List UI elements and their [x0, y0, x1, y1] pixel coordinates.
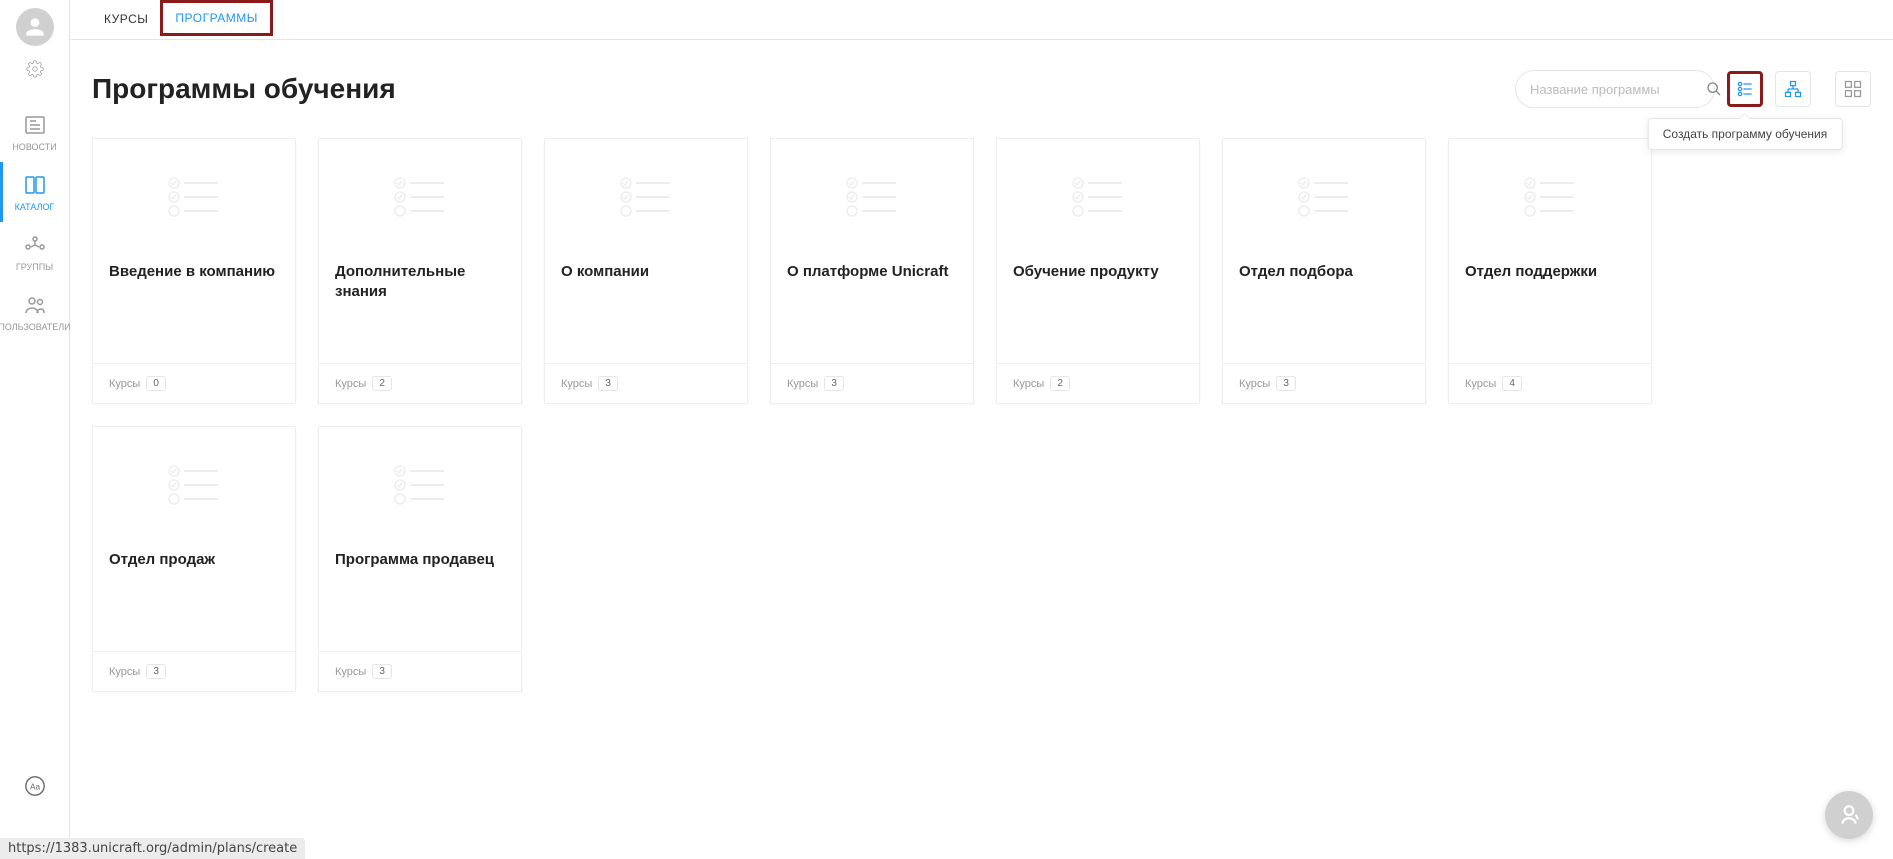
program-card[interactable]: Обучение продукту Курсы 2	[996, 138, 1200, 404]
users-icon	[22, 292, 48, 318]
tooltip-create-program: Создать программу обучения	[1648, 118, 1843, 150]
program-card[interactable]: О платформе Unicraft Курсы 3	[770, 138, 974, 404]
courses-label: Курсы	[109, 666, 140, 678]
courses-label: Курсы	[561, 378, 592, 390]
program-card[interactable]: Отдел подбора Курсы 3	[1222, 138, 1426, 404]
sidebar-item-groups[interactable]: ГРУППЫ	[0, 222, 70, 282]
card-title: Введение в компанию	[93, 254, 295, 363]
courses-label: Курсы	[109, 378, 140, 390]
card-title: Обучение продукту	[997, 254, 1199, 363]
card-thumb-icon	[319, 427, 521, 542]
svg-text:Aа: Aа	[29, 783, 40, 792]
program-card[interactable]: Введение в компанию Курсы 0	[92, 138, 296, 404]
card-footer: Курсы 2	[997, 363, 1199, 403]
card-title: О компании	[545, 254, 747, 363]
structure-button[interactable]	[1775, 71, 1811, 107]
card-thumb-icon	[545, 139, 747, 254]
language-icon[interactable]: Aа	[22, 773, 48, 799]
program-card[interactable]: Отдел продаж Курсы 3	[92, 426, 296, 692]
courses-count: 3	[146, 664, 166, 679]
courses-count: 0	[146, 376, 166, 391]
courses-count: 2	[1050, 376, 1070, 391]
card-title: Отдел продаж	[93, 542, 295, 651]
card-title: О платформе Unicraft	[771, 254, 973, 363]
main: Программы обучения Создать программу обу…	[70, 40, 1893, 859]
card-footer: Курсы 3	[1223, 363, 1425, 403]
create-program-button[interactable]: Создать программу обучения	[1727, 71, 1763, 107]
card-title: Отдел подбора	[1223, 254, 1425, 363]
card-thumb-icon	[1449, 139, 1651, 254]
card-footer: Курсы 4	[1449, 363, 1651, 403]
courses-count: 3	[598, 376, 618, 391]
sidebar-item-news[interactable]: НОВОСТИ	[0, 102, 70, 162]
card-footer: Курсы 3	[319, 651, 521, 691]
card-thumb-icon	[93, 139, 295, 254]
groups-icon	[22, 232, 48, 258]
courses-count: 2	[372, 376, 392, 391]
courses-label: Курсы	[1465, 378, 1496, 390]
help-bubble[interactable]	[1825, 791, 1873, 839]
courses-count: 3	[824, 376, 844, 391]
courses-count: 4	[1502, 376, 1522, 391]
card-title: Программа продавец	[319, 542, 521, 651]
card-thumb-icon	[1223, 139, 1425, 254]
program-card[interactable]: Дополнительные знания Курсы 2	[318, 138, 522, 404]
courses-label: Курсы	[1239, 378, 1270, 390]
tab-courses[interactable]: КУРСЫ	[92, 0, 160, 40]
courses-count: 3	[1276, 376, 1296, 391]
sidebar-item-label: КАТАЛОГ	[15, 202, 55, 212]
search-input[interactable]	[1530, 82, 1706, 97]
program-card[interactable]: Программа продавец Курсы 3	[318, 426, 522, 692]
card-title: Отдел поддержки	[1449, 254, 1651, 363]
grid-view-button[interactable]	[1835, 71, 1871, 107]
courses-label: Курсы	[335, 666, 366, 678]
status-url: https://1383.unicraft.org/admin/plans/cr…	[0, 838, 305, 859]
card-thumb-icon	[771, 139, 973, 254]
programs-grid: Введение в компанию Курсы 0 Дополнительные …	[92, 138, 1871, 692]
courses-label: Курсы	[1013, 378, 1044, 390]
sidebar: НОВОСТИ КАТАЛОГ ГРУППЫ ПОЛЬЗОВАТЕЛИ Aа	[0, 0, 70, 859]
catalog-icon	[22, 172, 48, 198]
tab-programs[interactable]: ПРОГРАММЫ	[160, 0, 273, 36]
sidebar-item-label: ПОЛЬЗОВАТЕЛИ	[0, 322, 71, 332]
sidebar-item-catalog[interactable]: КАТАЛОГ	[0, 162, 70, 222]
card-footer: Курсы 2	[319, 363, 521, 403]
top-tabs: КУРСЫ ПРОГРАММЫ	[70, 0, 1893, 40]
sidebar-item-label: НОВОСТИ	[12, 142, 56, 152]
program-card[interactable]: О компании Курсы 3	[544, 138, 748, 404]
program-card[interactable]: Отдел поддержки Курсы 4	[1448, 138, 1652, 404]
avatar[interactable]	[16, 8, 54, 46]
card-footer: Курсы 0	[93, 363, 295, 403]
page-title: Программы обучения	[92, 73, 1515, 105]
card-thumb-icon	[93, 427, 295, 542]
news-icon	[22, 112, 48, 138]
courses-label: Курсы	[335, 378, 366, 390]
courses-count: 3	[372, 664, 392, 679]
header-row: Программы обучения Создать программу обу…	[92, 70, 1871, 108]
search-wrap	[1515, 70, 1715, 108]
card-footer: Курсы 3	[93, 651, 295, 691]
card-footer: Курсы 3	[771, 363, 973, 403]
card-title: Дополнительные знания	[319, 254, 521, 363]
card-thumb-icon	[997, 139, 1199, 254]
card-thumb-icon	[319, 139, 521, 254]
gear-icon[interactable]	[26, 60, 44, 78]
search-icon[interactable]	[1706, 81, 1722, 97]
sidebar-item-label: ГРУППЫ	[16, 262, 53, 272]
card-footer: Курсы 3	[545, 363, 747, 403]
courses-label: Курсы	[787, 378, 818, 390]
sidebar-item-users[interactable]: ПОЛЬЗОВАТЕЛИ	[0, 282, 70, 342]
